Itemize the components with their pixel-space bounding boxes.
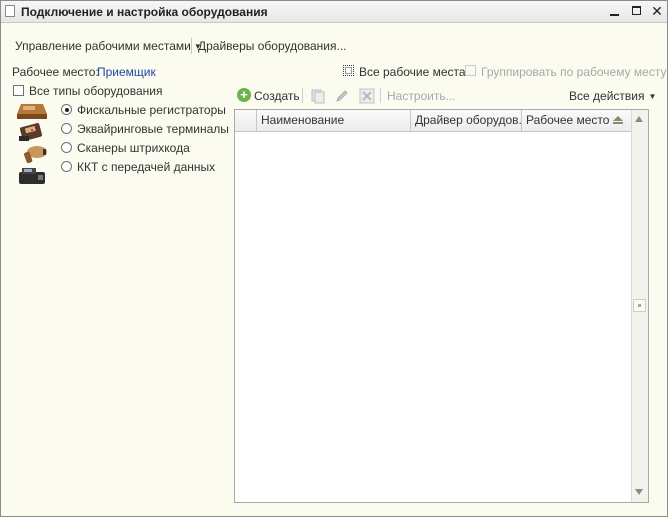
- workplace-label: Рабочее место:: [12, 65, 99, 79]
- fiscal-registrar-icon: [17, 104, 47, 119]
- radio-label-barcode-scanners[interactable]: Сканеры штрихкода: [77, 141, 190, 155]
- table-header: Наименование Драйвер оборудов... Рабочее…: [235, 110, 632, 132]
- all-workplaces-label[interactable]: Все рабочие места: [359, 65, 466, 79]
- all-workplaces-checkbox[interactable]: [343, 65, 354, 76]
- column-header-driver[interactable]: Драйвер оборудов...: [411, 110, 522, 131]
- create-label: Создать: [254, 89, 300, 103]
- all-actions-label: Все действия: [569, 89, 645, 103]
- copy-icon[interactable]: [310, 88, 326, 104]
- vertical-scrollbar[interactable]: [631, 110, 648, 502]
- all-equipment-types-checkbox[interactable]: [13, 85, 24, 96]
- maximize-icon: [632, 6, 641, 15]
- close-icon: ✕: [651, 3, 663, 19]
- column-header-name[interactable]: Наименование: [257, 110, 411, 131]
- title-bar: Подключение и настройка оборудования ✕: [1, 1, 667, 23]
- radio-label-fiscal-registrars[interactable]: Фискальные регистраторы: [77, 103, 226, 117]
- sort-ascending-icon[interactable]: [613, 116, 623, 124]
- equipment-setup-window: Подключение и настройка оборудования ✕ У…: [0, 0, 668, 517]
- all-equipment-types-label[interactable]: Все типы оборудования: [29, 84, 162, 98]
- scroll-up-icon[interactable]: [635, 116, 643, 122]
- radio-barcode-scanners[interactable]: [61, 142, 72, 153]
- window-title: Подключение и настройка оборудования: [21, 5, 268, 19]
- chevron-down-icon: ▼: [648, 92, 657, 101]
- manage-workplaces-label: Управление рабочими местами: [15, 39, 191, 53]
- add-icon: +: [237, 88, 251, 102]
- radio-fiscal-registrars[interactable]: [61, 104, 72, 115]
- radio-label-acquiring-terminals[interactable]: Эквайринговые терминалы: [77, 122, 229, 136]
- maximize-button[interactable]: [628, 3, 646, 19]
- radio-cash-registers[interactable]: [61, 161, 72, 172]
- minimize-icon: [610, 14, 619, 16]
- scroll-down-icon[interactable]: [635, 489, 643, 495]
- acquiring-terminal-icon: [19, 123, 43, 141]
- minimize-button[interactable]: [606, 3, 624, 19]
- close-button[interactable]: ✕: [648, 3, 666, 19]
- radio-label-cash-registers[interactable]: ККТ с передачей данных: [77, 160, 215, 174]
- barcode-scanner-icon: [24, 146, 47, 164]
- all-actions-button[interactable]: Все действия ▼: [569, 89, 656, 103]
- cash-register-icon: [19, 168, 45, 184]
- configure-button[interactable]: Настроить...: [387, 89, 456, 103]
- form-icon: [5, 5, 15, 17]
- group-by-workplace-label: Группировать по рабочему месту: [481, 65, 667, 79]
- equipment-table[interactable]: Наименование Драйвер оборудов... Рабочее…: [234, 109, 649, 503]
- toolbar-divider: [191, 38, 192, 54]
- edit-icon[interactable]: [334, 88, 350, 104]
- group-by-workplace-checkbox: [465, 65, 476, 76]
- delete-icon[interactable]: [359, 88, 375, 104]
- toolbar-divider: [302, 88, 303, 103]
- manage-workplaces-button[interactable]: Управление рабочими местами ▼: [15, 39, 202, 53]
- radio-acquiring-terminals[interactable]: [61, 123, 72, 134]
- scroll-thumb[interactable]: [633, 299, 646, 312]
- row-marker-column: [235, 110, 257, 131]
- workplace-link[interactable]: Приемщик: [97, 65, 156, 79]
- toolbar-divider: [380, 88, 381, 103]
- equipment-drivers-button[interactable]: Драйверы оборудования...: [198, 39, 347, 53]
